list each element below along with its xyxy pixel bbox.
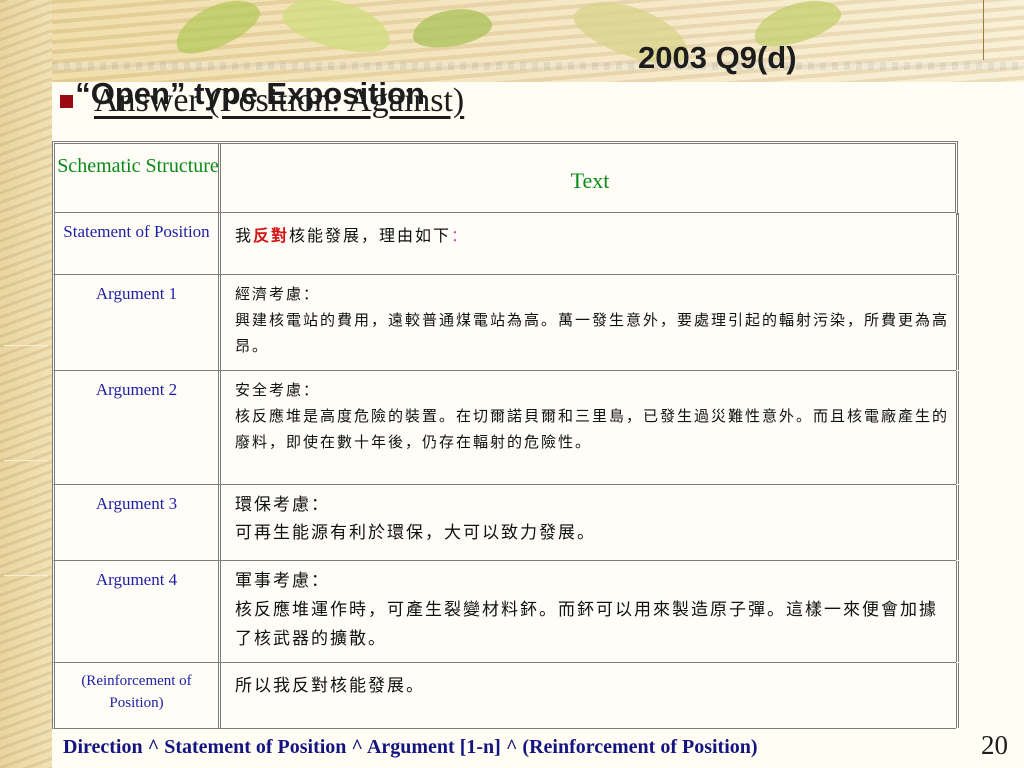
bullet-text: Answer (Position: Against): [94, 82, 465, 119]
table-row: Statement of Position 我反對核能發展，理由如下：: [52, 213, 959, 275]
row-heading: 軍事考慮：: [235, 571, 330, 591]
row-text: 經濟考慮： 興建核電站的費用，遠較普通煤電站為高。萬一發生意外，要處理引起的輻射…: [235, 281, 950, 359]
row-body: 核反應堆運作時，可產生裂變材料鈈。而鈈可以用來製造原子彈。這樣一來便會加據了核武…: [235, 600, 938, 649]
table-header: Schematic Structure Text: [52, 141, 958, 215]
row-text: 所以我反對核能發展。: [235, 673, 950, 699]
row-body: 興建核電站的費用，遠較普通煤電站為高。萬一發生意外，要處理引起的輻射污染，所費更…: [235, 311, 950, 355]
table-row: Argument 1 經濟考慮： 興建核電站的費用，遠較普通煤電站為高。萬一發生…: [52, 275, 959, 371]
header-text-label: Text: [570, 168, 610, 193]
table-row: Argument 3 環保考慮： 可再生能源有利於環保，大可以致力發展。: [52, 485, 959, 561]
row-text: 軍事考慮： 核反應堆運作時，可產生裂變材料鈈。而鈈可以用來製造原子彈。這樣一來便…: [235, 567, 950, 654]
row-body: 核反應堆是高度危險的裝置。在切爾諾貝爾和三里島，已發生過災難性意外。而且核電廠產…: [235, 407, 950, 451]
row-label: (Reinforcement of Position): [55, 663, 221, 728]
row-body: 所以我反對核能發展。: [235, 676, 425, 696]
square-bullet-icon: [60, 95, 73, 108]
row-heading: 安全考慮：: [235, 381, 321, 399]
table-row: (Reinforcement of Position) 所以我反對核能發展。: [52, 663, 959, 729]
row-text: 我反對核能發展，理由如下：: [235, 223, 950, 249]
row-heading: 環保考慮：: [235, 495, 330, 515]
text-segment: 核能發展，理由如下: [289, 226, 452, 245]
header-schematic-label: Schematic Structure: [57, 155, 219, 177]
table-row: Argument 4 軍事考慮： 核反應堆運作時，可產生裂變材料鈈。而鈈可以用來…: [52, 561, 959, 663]
slide-title-code: 2003 Q9(d): [638, 40, 797, 75]
text-colon: ：: [451, 226, 470, 245]
row-text: 環保考慮： 可再生能源有利於環保，大可以致力發展。: [235, 491, 950, 547]
row-heading: 經濟考慮：: [235, 285, 321, 303]
row-label: Argument 2: [55, 371, 221, 484]
header-schematic-cell: Schematic Structure: [55, 144, 221, 212]
row-label: Statement of Position: [55, 213, 221, 274]
page-number: 20: [981, 730, 1008, 760]
decorative-left-strip: [0, 0, 52, 768]
text-segment: 我: [235, 226, 254, 245]
text-emphasis: 反對: [253, 226, 290, 245]
table-row: Argument 2 安全考慮： 核反應堆是高度危險的裝置。在切爾諾貝爾和三里島…: [52, 371, 959, 485]
row-label: Argument 1: [55, 275, 221, 370]
footer-direction: Direction ^ Statement of Position ^ Argu…: [63, 736, 758, 758]
row-text: 安全考慮： 核反應堆是高度危險的裝置。在切爾諾貝爾和三里島，已發生過災難性意外。…: [235, 377, 950, 455]
decorative-rule: [983, 0, 984, 60]
row-label: Argument 3: [55, 485, 221, 560]
row-label: Argument 4: [55, 561, 221, 662]
row-body: 可再生能源有利於環保，大可以致力發展。: [235, 523, 596, 543]
